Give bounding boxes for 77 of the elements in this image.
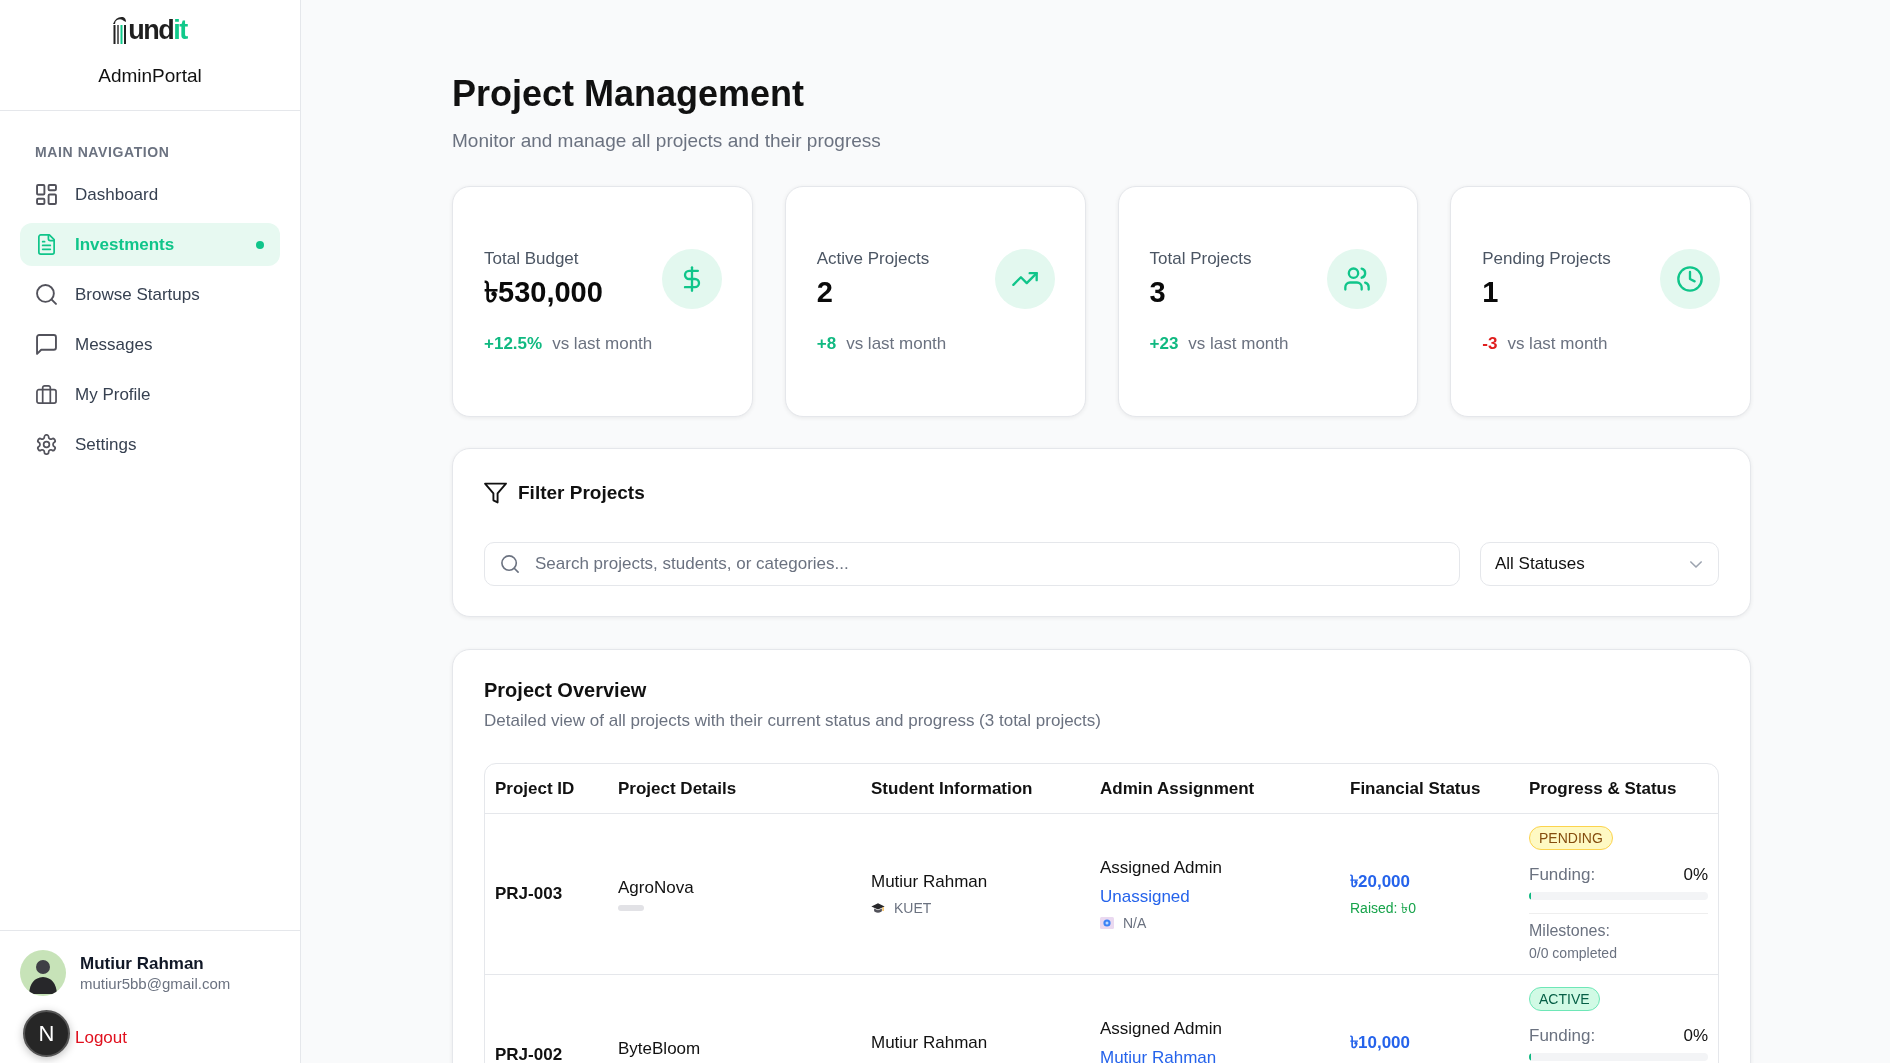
active-dot-icon — [256, 240, 264, 249]
status-badge: PENDING — [1529, 826, 1613, 850]
stat-change-note: vs last month — [1188, 333, 1289, 355]
column-header: Project ID — [495, 778, 575, 798]
stat-label: Active Projects — [816, 248, 930, 270]
nav-item[interactable]: My Profile — [20, 373, 280, 416]
university-name: KUET — [894, 899, 932, 917]
page-subtitle: Monitor and manage all projects and their progress — [452, 129, 882, 153]
budget-amount: ৳20,000 — [1350, 871, 1410, 893]
stat-value: 1 — [1482, 275, 1500, 309]
nav-section-label: MAIN NAVIGATION — [34, 143, 170, 161]
briefcase-icon — [36, 384, 57, 405]
chat-bubble-icon — [36, 334, 57, 355]
graduation-cap-icon — [871, 902, 885, 914]
filter-title: Filter Projects — [518, 482, 645, 504]
logo-mark-icon — [113, 15, 128, 45]
card-icon — [1100, 916, 1114, 929]
column-header: Project Details — [618, 778, 737, 798]
dashboard-grid-icon — [36, 184, 57, 205]
stat-change: +12.5% — [484, 333, 543, 355]
search-icon — [36, 284, 57, 305]
settings-icon — [36, 434, 57, 455]
status-select[interactable]: All Statuses — [1480, 542, 1719, 586]
search-icon — [501, 555, 519, 573]
stat-value: 3 — [1149, 275, 1167, 309]
user-avatar-icon — [20, 950, 66, 996]
overview-title: Project Overview — [484, 678, 648, 702]
admin-name: Unassigned — [1100, 886, 1190, 907]
overview-description: Detailed view of all projects with their current status and progress (3 total projects) — [484, 710, 1102, 732]
milestones-label: Milestones: — [1529, 921, 1610, 941]
column-header: Admin Assignment — [1100, 778, 1255, 798]
search-field[interactable]: Search projects, students, or categories... — [484, 542, 1460, 586]
admin-label: Assigned Admin — [1100, 856, 1222, 879]
raised-amount: Raised: ৳0 — [1350, 899, 1417, 917]
user-name: Mutiur Rahman — [80, 953, 205, 974]
funding-percent: 0% — [1683, 864, 1708, 886]
document-icon — [36, 234, 57, 255]
project-name: ByteBloom — [618, 1038, 701, 1060]
funding-label: Funding: — [1529, 864, 1596, 886]
nav-item[interactable]: Messages — [20, 323, 280, 366]
nav-item[interactable]: Browse Startups — [20, 273, 280, 316]
admin-label: Assigned Admin — [1100, 1017, 1222, 1040]
stat-change-note: vs last month — [846, 333, 947, 355]
admin-name: Mutiur Rahman — [1100, 1047, 1217, 1063]
stat-change-note: vs last month — [1507, 333, 1608, 355]
chevron-down-icon — [1690, 560, 1702, 568]
stat-value: ৳530,000 — [484, 275, 603, 309]
student-name: Mutiur Rahman — [871, 871, 988, 893]
column-header: Progress & Status — [1529, 778, 1677, 798]
user-email: mutiur5bb@gmail.com — [80, 974, 231, 993]
column-header: Student Information — [871, 778, 1033, 798]
stat-change: +23 — [1149, 333, 1179, 355]
portal-name: AdminPortal — [98, 64, 202, 88]
stat-label: Total Projects — [1149, 248, 1252, 270]
stat-change: +8 — [816, 333, 837, 355]
admin-contact: N/A — [1123, 913, 1147, 932]
column-header: Financial Status — [1350, 778, 1481, 798]
funding-percent: 0% — [1683, 1025, 1708, 1047]
stat-label: Total Budget — [484, 248, 580, 270]
milestones-count: 0/0 completed — [1529, 944, 1617, 962]
status-badge: ACTIVE — [1529, 987, 1600, 1011]
logo-text: undit — [128, 15, 187, 45]
stat-change-note: vs last month — [552, 333, 653, 355]
project-name: AgroNova — [618, 877, 694, 899]
project-id: PRJ-002 — [495, 1044, 563, 1063]
stat-change: -3 — [1482, 333, 1498, 355]
nav-item[interactable]: Dashboard — [20, 173, 280, 216]
filter-icon — [484, 482, 507, 504]
nav-item[interactable]: Settings — [20, 423, 280, 466]
project-id: PRJ-003 — [495, 883, 563, 905]
stat-value: 2 — [816, 275, 834, 309]
page-title: Project Management — [452, 72, 806, 116]
logout-button[interactable]: Logout — [75, 1027, 127, 1049]
stat-label: Pending Projects — [1482, 248, 1611, 270]
funding-label: Funding: — [1529, 1025, 1596, 1047]
student-name: Mutiur Rahman — [871, 1032, 988, 1054]
budget-amount: ৳10,000 — [1350, 1032, 1410, 1054]
